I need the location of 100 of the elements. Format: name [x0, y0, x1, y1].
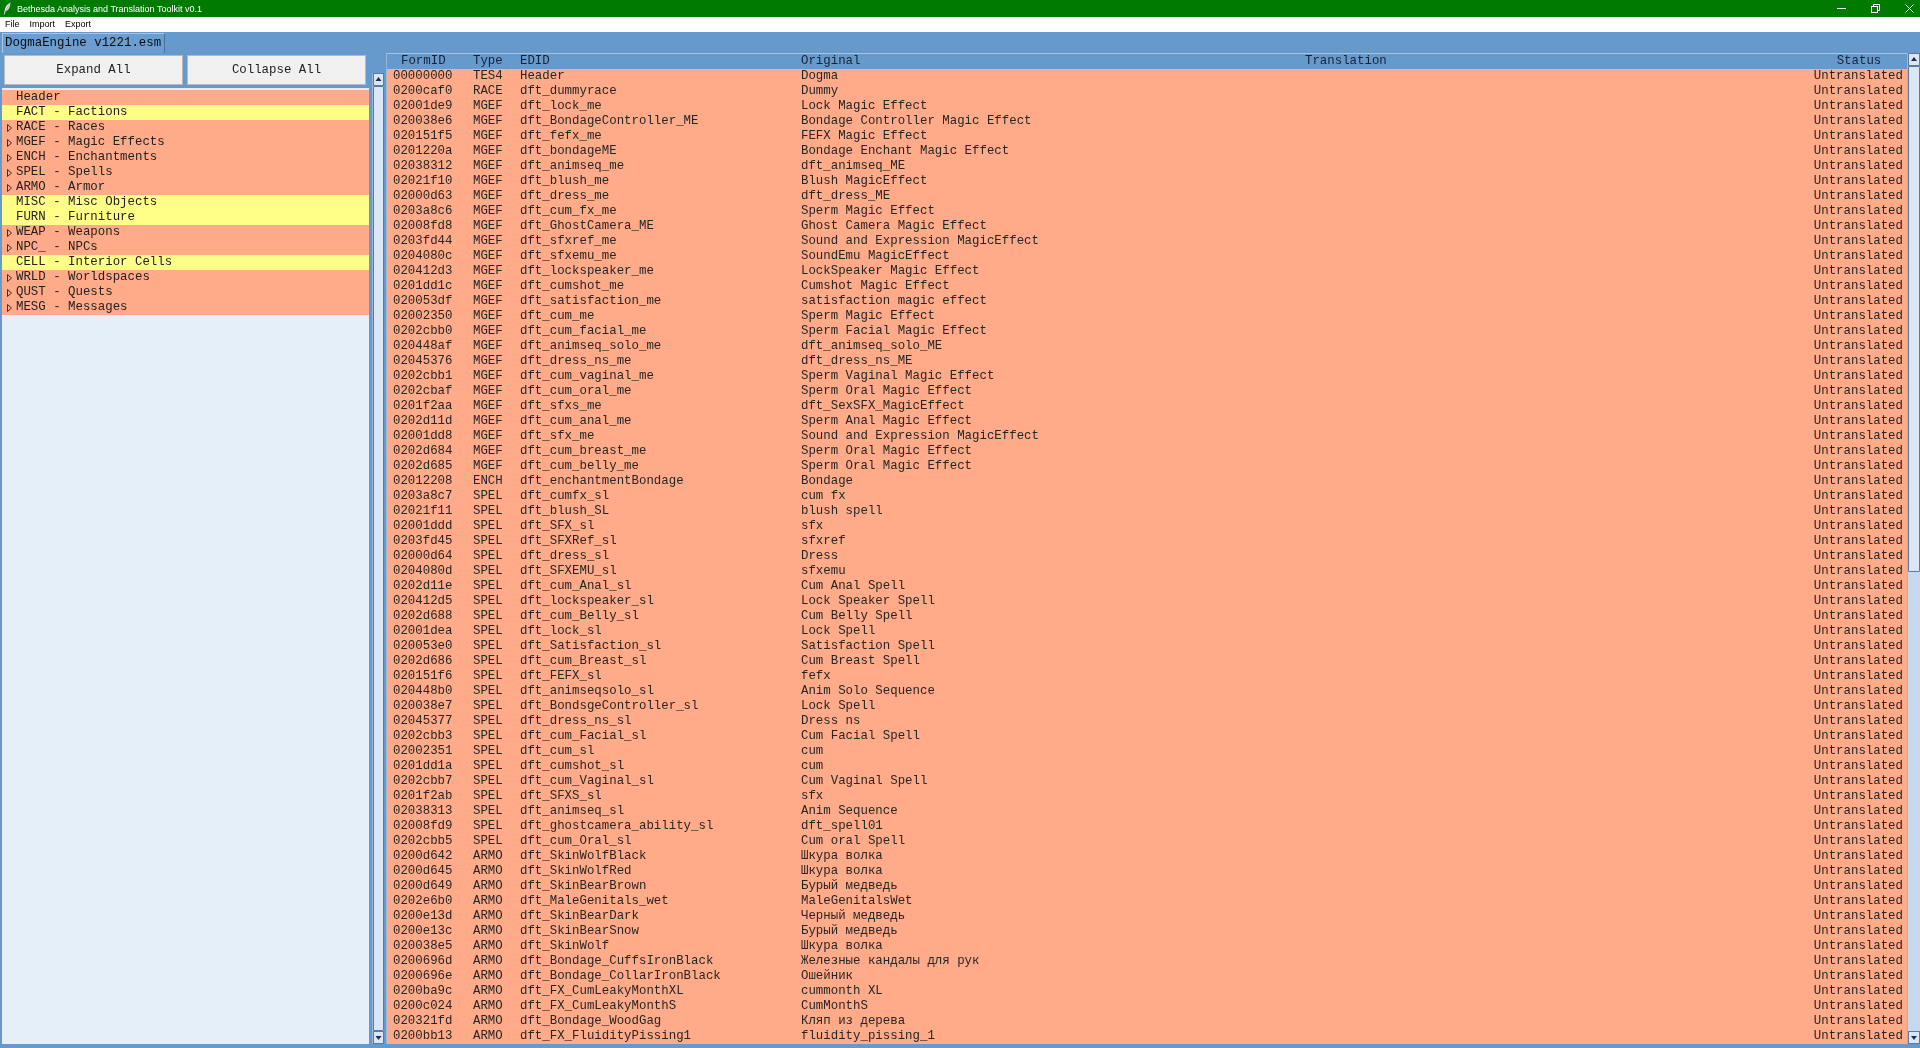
table-row[interactable]: 00000000 TES4 Header Dogma Untranslated [387, 69, 1907, 84]
table-row[interactable]: 0202cbb0 MGEF dft_cum_facial_me Sperm Facial Magic Effect Untranslated [387, 324, 1907, 339]
table-row[interactable]: 02021f11 SPEL dft_blush_SL blush spell Untranslated [387, 504, 1907, 519]
table-row[interactable]: 020412d3 MGEF dft_lockspeaker_me LockSpeaker Magic Effect Untranslated [387, 264, 1907, 279]
table-row[interactable]: 020412d5 SPEL dft_lockspeaker_sl Lock Speaker Spell Untranslated [387, 594, 1907, 609]
table-row[interactable]: 0202d11d MGEF dft_cum_anal_me Sperm Anal Magic Effect Untranslated [387, 414, 1907, 429]
tree-item[interactable]: ARMO - Armor [2, 180, 369, 195]
table-row[interactable]: 0203a8c6 MGEF dft_cum_fx_me Sperm Magic Effect Untranslated [387, 204, 1907, 219]
table-row[interactable]: 0203fd45 SPEL dft_SFXRef_sl sfxref Untranslated [387, 534, 1907, 549]
table-cell-text: Untranslated [1813, 384, 1904, 399]
tree-item[interactable]: SPEL - Spells [2, 165, 369, 180]
table-row[interactable]: 020321fd ARMO dft_Bondage_WoodGag Кляп из дерева Untranslated [387, 1014, 1907, 1029]
tree-item[interactable]: CELL - Interior Cells [2, 255, 369, 270]
table-row[interactable]: 0201220a MGEF dft_bondageME Bondage Enchant Magic Effect Untranslated [387, 144, 1907, 159]
table-row[interactable]: 0204080d SPEL dft_SFXEMU_sl sfxemu Untranslated [387, 564, 1907, 579]
tree-item[interactable]: QUST - Quests [2, 285, 369, 300]
table-row[interactable]: 0202e6b0 ARMO dft_MaleGenitals_wet MaleGenitalsWet Untranslated [387, 894, 1907, 909]
table-row[interactable]: 0202cbb5 SPEL dft_cum_Oral_sl Cum oral Spell Untranslated [387, 834, 1907, 849]
table-row[interactable]: 0200d642 ARMO dft_SkinWolfBlack Шкура волка Untranslated [387, 849, 1907, 864]
table-row[interactable]: 0203a8c7 SPEL dft_cumfx_sl cum fx Untranslated [387, 489, 1907, 504]
scroll-down-icon[interactable] [1908, 1031, 1920, 1044]
table-row[interactable]: 02008fd9 SPEL dft_ghostcamera_ability_sl dft_spell01 Untranslated [387, 819, 1907, 834]
table-cell-text: MGEF [472, 279, 503, 294]
table-cell-text: SPEL [472, 534, 503, 549]
tree-item[interactable]: Header [2, 90, 369, 105]
menu-item[interactable]: Export [60, 18, 97, 31]
table-row[interactable]: 0202d688 SPEL dft_cum_Belly_sl Cum Belly Spell Untranslated [387, 609, 1907, 624]
table-row[interactable]: 0202d686 SPEL dft_cum_Breast_sl Cum Breast Spell Untranslated [387, 654, 1907, 669]
table-row[interactable]: 0202cbb3 SPEL dft_cum_Facial_sl Cum Facial Spell Untranslated [387, 729, 1907, 744]
table-row[interactable]: 02002350 MGEF dft_cum_me Sperm Magic Effect Untranslated [387, 309, 1907, 324]
table-row[interactable]: 020448b0 SPEL dft_animseqsolo_sl Anim Solo Sequence Untranslated [387, 684, 1907, 699]
table-row[interactable]: 0201dd1c MGEF dft_cumshot_me Cumshot Magic Effect Untranslated [387, 279, 1907, 294]
table-row[interactable]: 0200bb13 ARMO dft_FX_FluidityPissing1 fluidity_pissing_1 Untranslated [387, 1029, 1907, 1044]
table-row[interactable]: 02012208 ENCH dft_enchantmentBondage Bondage Untranslated [387, 474, 1907, 489]
table-row[interactable]: 02021f10 MGEF dft_blush_me Blush MagicEffect Untranslated [387, 174, 1907, 189]
tree-item[interactable]: WRLD - Worldspaces [2, 270, 369, 285]
table-row[interactable]: 02008fd8 MGEF dft_GhostCamera_ME Ghost Camera Magic Effect Untranslated [387, 219, 1907, 234]
table-row[interactable]: 020053df MGEF dft_satisfaction_me satisfaction magic effect Untranslated [387, 294, 1907, 309]
tree-item[interactable]: MESG - Messages [2, 300, 369, 315]
table-row[interactable]: 0200d645 ARMO dft_SkinWolfRed Шкура волка Untranslated [387, 864, 1907, 879]
table-row[interactable]: 0202cbb7 SPEL dft_cum_Vaginal_sl Cum Vaginal Spell Untranslated [387, 774, 1907, 789]
table-row[interactable]: 0200e13c ARMO dft_SkinBearSnow Бурый медведь Untranslated [387, 924, 1907, 939]
table-row[interactable]: 0201dd1a SPEL dft_cumshot_sl cum Untranslated [387, 759, 1907, 774]
table-row[interactable]: 0202cbaf MGEF dft_cum_oral_me Sperm Oral Magic Effect Untranslated [387, 384, 1907, 399]
tree-item[interactable]: FACT - Factions [2, 105, 369, 120]
table-row[interactable]: 0203fd44 MGEF dft_sfxref_me Sound and Expression MagicEffect Untranslated [387, 234, 1907, 249]
tree-item[interactable]: WEAP - Weapons [2, 225, 369, 240]
table-row[interactable]: 020448af MGEF dft_animseq_solo_me dft_animseq_solo_ME Untranslated [387, 339, 1907, 354]
file-tab[interactable]: DogmaEngine v1221.esm [2, 33, 166, 53]
table-row[interactable]: 02045377 SPEL dft_dress_ns_sl Dress ns Untranslated [387, 714, 1907, 729]
table-row[interactable]: 0204080c MGEF dft_sfxemu_me SoundEmu MagicEffect Untranslated [387, 249, 1907, 264]
tree-item[interactable]: NPC_ - NPCs [2, 240, 369, 255]
table-row[interactable]: 020053e0 SPEL dft_Satisfaction_sl Satisfaction Spell Untranslated [387, 639, 1907, 654]
table-row[interactable]: 02001ddd SPEL dft_SFX_sl sfx Untranslated [387, 519, 1907, 534]
table-row[interactable]: 02000d63 MGEF dft_dress_me dft_dress_ME Untranslated [387, 189, 1907, 204]
scrollbar-thumb[interactable] [1908, 66, 1920, 572]
action-button[interactable]: Expand All [4, 55, 183, 85]
table-row[interactable]: 0202d685 MGEF dft_cum_belly_me Sperm Oral Magic Effect Untranslated [387, 459, 1907, 474]
table-row[interactable]: 0200696d ARMO dft_Bondage_CuffsIronBlack Железные кандалы для рук Untranslated [387, 954, 1907, 969]
table-row[interactable]: 020151f5 MGEF dft_fefx_me FEFX Magic Effect Untranslated [387, 129, 1907, 144]
action-button[interactable]: Collapse All [187, 55, 366, 85]
table-row[interactable]: 02001de9 MGEF dft_lock_me Lock Magic Effect Untranslated [387, 99, 1907, 114]
table-row[interactable]: 020038e6 MGEF dft_BondageController_ME Bondage Controller Magic Effect Untranslated [387, 114, 1907, 129]
table-row[interactable]: 0201f2ab SPEL dft_SFXS_sl sfx Untranslated [387, 789, 1907, 804]
tree-item[interactable]: ENCH - Enchantments [2, 150, 369, 165]
table-row[interactable]: 02001dea SPEL dft_lock_sl Lock Spell Untranslated [387, 624, 1907, 639]
table-row[interactable]: 02000d64 SPEL dft_dress_sl Dress Untranslated [387, 549, 1907, 564]
table-row[interactable]: 0202d684 MGEF dft_cum_breast_me Sperm Oral Magic Effect Untranslated [387, 444, 1907, 459]
table-row[interactable]: 02002351 SPEL dft_cum_sl cum Untranslated [387, 744, 1907, 759]
tree-item[interactable]: MISC - Misc Objects [2, 195, 369, 210]
table-row[interactable]: 02038312 MGEF dft_animseq_me dft_animseq_ME Untranslated [387, 159, 1907, 174]
table-row[interactable]: 0200c024 ARMO dft_FX_CumLeakyMonthS CumMonthS Untranslated [387, 999, 1907, 1014]
table-row[interactable]: 0202d11e SPEL dft_cum_Anal_sl Cum Anal Spell Untranslated [387, 579, 1907, 594]
table-row[interactable]: 020038e5 ARMO dft_SkinWolf Шкура волка Untranslated [387, 939, 1907, 954]
menu-item[interactable]: File [0, 18, 25, 31]
table-row[interactable]: 0200d649 ARMO dft_SkinBearBrown Бурый медведь Untranslated [387, 879, 1907, 894]
column-header[interactable]: FormID [387, 54, 446, 69]
column-header[interactable]: Original [798, 54, 861, 69]
table-row[interactable]: 020038e7 SPEL dft_BondsgeController_sl Lock Spell Untranslated [387, 699, 1907, 714]
column-header[interactable]: Status [1836, 54, 1882, 69]
table-row[interactable]: 0200caf0 RACE dft_dummyrace Dummy Untranslated [387, 84, 1907, 99]
table-row[interactable]: 020151f6 SPEL dft_FEFX_sl fefx Untranslated [387, 669, 1907, 684]
table-row[interactable]: 0200ba9c ARMO dft_FX_CumLeakyMonthXL cummonth XL Untranslated [387, 984, 1907, 999]
table-row[interactable]: 02001dd8 MGEF dft_sfx_me Sound and Expression MagicEffect Untranslated [387, 429, 1907, 444]
column-header[interactable]: EDID [517, 54, 550, 69]
tree-item[interactable]: FURN - Furniture [2, 210, 369, 225]
column-header[interactable]: Translation [1302, 54, 1387, 69]
scroll-up-icon[interactable] [1908, 53, 1920, 66]
menu-item[interactable]: Import [24, 18, 61, 31]
table-row[interactable]: 0200696e ARMO dft_Bondage_CollarIronBlack Ошейник Untranslated [387, 969, 1907, 984]
table-row[interactable]: 0201f2aa MGEF dft_sfxs_me dft_SexSFX_MagicEffect Untranslated [387, 399, 1907, 414]
table-row[interactable]: 02038313 SPEL dft_animseq_sl Anim Sequence Untranslated [387, 804, 1907, 819]
scroll-up-icon[interactable] [373, 73, 384, 86]
table-row[interactable]: 0202cbb1 MGEF dft_cum_vaginal_me Sperm Vaginal Magic Effect Untranslated [387, 369, 1907, 384]
tree-item[interactable]: RACE - Races [2, 120, 369, 135]
scroll-down-icon[interactable] [373, 1031, 384, 1044]
tree-item[interactable]: MGEF - Magic Effects [2, 135, 369, 150]
column-header[interactable]: Type [470, 54, 503, 69]
table-row[interactable]: 02045376 MGEF dft_dress_ns_me dft_dress_ns_ME Untranslated [387, 354, 1907, 369]
table-row[interactable]: 0200e13d ARMO dft_SkinBearDark Черный медведь Untranslated [387, 909, 1907, 924]
